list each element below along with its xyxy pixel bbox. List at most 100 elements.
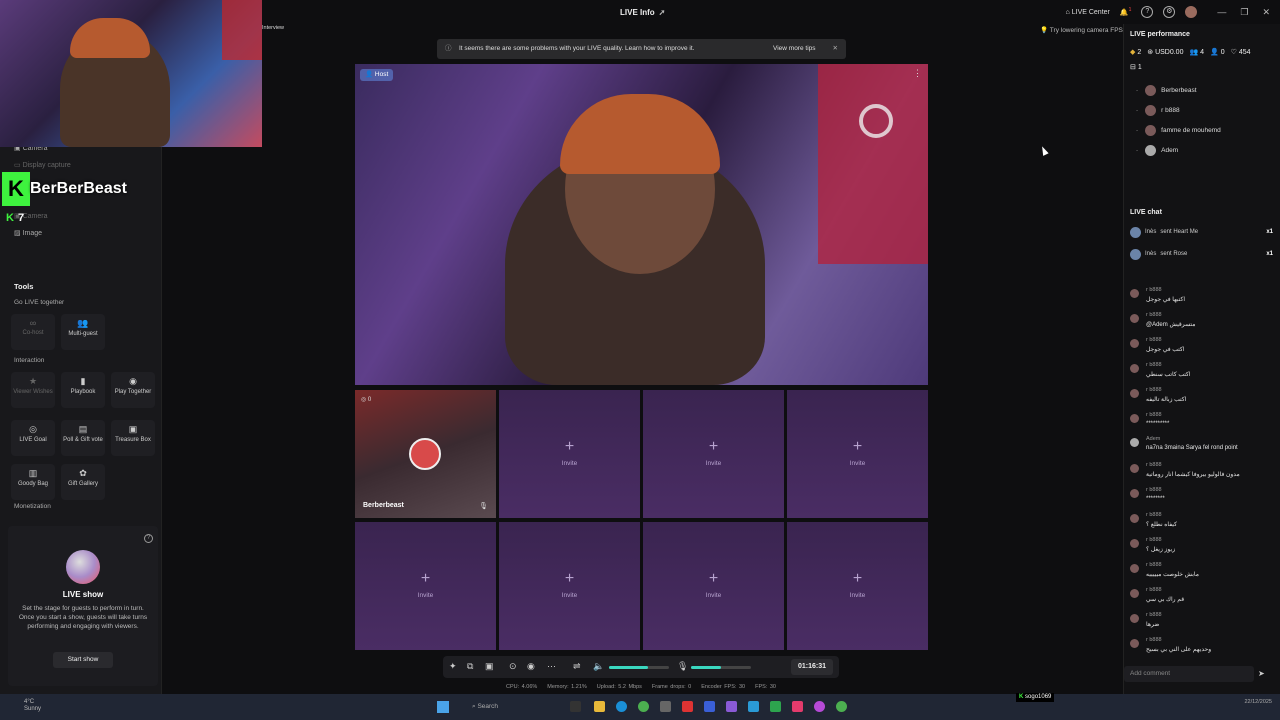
chat-username[interactable]: r b888 [1146, 462, 1162, 468]
weather-widget[interactable]: 4°C Sunny [24, 699, 41, 713]
chat-username[interactable]: r b888 [1146, 287, 1162, 293]
playbook-tool[interactable]: ▮ Playbook [61, 372, 105, 408]
avatar [1145, 145, 1157, 156]
camera-fps-hint[interactable]: 💡 Try lowering camera FPS [1040, 26, 1123, 34]
mic-icon[interactable]: 🎙 [479, 502, 488, 510]
start-show-button[interactable]: Start show [53, 652, 113, 668]
help-icon[interactable]: ? [144, 534, 153, 543]
more-options-icon[interactable]: ⋯ [547, 661, 556, 672]
guest-slot-7[interactable]: + Invite [643, 522, 784, 650]
source-image[interactable]: ▨ Image [14, 229, 42, 237]
speaker-icon[interactable]: 🔈 [593, 661, 604, 672]
avatar[interactable] [1185, 6, 1198, 18]
goody-bag-tool[interactable]: ▥ Goody Bag [11, 464, 55, 500]
mic-slider[interactable] [691, 666, 751, 669]
view-tips-link[interactable]: View more tips [773, 39, 816, 59]
guest-slot-8[interactable]: + Invite [787, 522, 928, 650]
chat-text: اكتب زبالة تاليفه [1146, 397, 1187, 403]
notification-icon[interactable]: 🔔1 [1120, 7, 1132, 16]
multiguest-tool[interactable]: 👥 Multi-guest [61, 314, 105, 350]
mic-icon[interactable]: 🎙 [677, 661, 688, 672]
chat-username[interactable]: r b888 [1146, 587, 1162, 593]
effects-icon[interactable]: ✦ [449, 661, 457, 672]
performance-stats: CPU: 4.06% Memory: 1.21% Upload: 5.2 Mbps F… [506, 684, 786, 690]
guest-slot-6[interactable]: + Invite [499, 522, 640, 650]
chrome-icon[interactable] [638, 701, 649, 712]
volume-fill [609, 666, 648, 669]
invite-label: Invite [561, 460, 578, 467]
camera-switch-icon[interactable]: ◉ [527, 661, 535, 672]
volume-slider[interactable] [609, 666, 669, 669]
cohost-tool[interactable]: ∞ Co-host [11, 314, 55, 350]
record-icon[interactable]: ⊙ [509, 661, 517, 672]
chat-username[interactable]: r b888 [1146, 512, 1162, 518]
viewer-wishes-tool[interactable]: ★ Viewer Wishes [11, 372, 55, 408]
chat-username[interactable]: r b888 [1146, 387, 1162, 393]
guest-count-number: 0 [367, 397, 372, 403]
chat-username[interactable]: r b888 [1146, 312, 1162, 318]
taskbar-search[interactable]: ⌕ Search [460, 700, 560, 714]
chat-username[interactable]: r b888 [1146, 562, 1162, 568]
chat-username[interactable]: r b888 [1146, 412, 1162, 418]
app-icon[interactable] [704, 701, 715, 712]
close-icon[interactable]: ✕ [1262, 7, 1270, 18]
host-badge: 👤 Host [360, 69, 394, 81]
system-tray[interactable]: 22/12/2025 [1244, 699, 1272, 706]
app-icon[interactable] [814, 701, 825, 712]
screen-icon[interactable]: ▣ [485, 661, 494, 672]
chat-username[interactable]: Adem [1146, 436, 1160, 442]
app-icon[interactable] [660, 701, 671, 712]
adjust-icon[interactable]: ⇌ [573, 661, 581, 672]
guest-slot-2[interactable]: + Invite [499, 390, 640, 518]
chat-username[interactable]: r b888 [1146, 337, 1162, 343]
chat-username[interactable]: r b888 [1146, 612, 1162, 618]
minimize-icon[interactable]: — [1217, 7, 1226, 18]
live-center-button[interactable]: ⌂ LIVE Center [1066, 9, 1110, 16]
guest-count: ◎ 0 [361, 397, 372, 403]
task-view-icon[interactable] [570, 701, 581, 712]
chat-username[interactable]: r b888 [1146, 362, 1162, 368]
treasure-box-tool[interactable]: ▣ Treasure Box [111, 420, 155, 456]
layout-icon[interactable]: ⧉ [467, 661, 473, 672]
file-explorer-icon[interactable] [594, 701, 605, 712]
plus-icon: + [852, 570, 863, 587]
guest-slot-1[interactable]: ◎ 0 Berberbeast 🎙 [355, 390, 496, 518]
tiktok-icon[interactable] [792, 701, 803, 712]
chat-username[interactable]: r b888 [1146, 487, 1162, 493]
invite-label: Invite [849, 592, 866, 599]
chat-username[interactable]: r b888 [1146, 637, 1162, 643]
help-icon[interactable]: ? [1141, 6, 1154, 18]
play-together-tool[interactable]: ◉ Play Together [111, 372, 155, 408]
poll-gift-vote-tool[interactable]: ▤ Poll & Gift vote [61, 420, 105, 456]
guest-slot-5[interactable]: + Invite [355, 522, 496, 650]
kick-viewer-number: 7 [17, 212, 25, 224]
source-display-capture[interactable]: ▭ Display capture [14, 161, 71, 169]
viewer-item[interactable]: - r b888 [1136, 105, 1180, 116]
app-icon[interactable] [682, 701, 693, 712]
viewer-item[interactable]: - Berberbeast [1136, 85, 1197, 96]
settings-gear-icon[interactable]: ⚙ [1163, 6, 1176, 18]
chat-username[interactable]: r b888 [1146, 537, 1162, 543]
live-info-title[interactable]: LIVE Info ➚ [620, 8, 665, 17]
edge-icon[interactable] [616, 701, 627, 712]
viewer-item[interactable]: - famme de mouhemd [1136, 125, 1221, 136]
live-goal-tool[interactable]: ◎ LIVE Goal [11, 420, 55, 456]
chat-text: ******** [1146, 496, 1165, 502]
guest-slot-3[interactable]: + Invite [643, 390, 784, 518]
chrome-icon[interactable] [836, 701, 847, 712]
send-icon[interactable]: ➤ [1258, 669, 1265, 678]
share-icon[interactable]: ➚ [659, 8, 666, 17]
viewer-item[interactable]: - Adem [1136, 145, 1178, 156]
app-icon[interactable] [770, 701, 781, 712]
gift-gallery-tool[interactable]: ✿ Gift Gallery [61, 464, 105, 500]
coin-value: 2 [1137, 49, 1142, 56]
host-video[interactable] [355, 64, 928, 385]
close-icon[interactable]: ✕ [833, 39, 838, 59]
app-icon[interactable] [748, 701, 759, 712]
windows-start-icon[interactable] [437, 701, 449, 713]
chat-input[interactable]: Add comment [1124, 666, 1254, 682]
guest-slot-4[interactable]: + Invite [787, 390, 928, 518]
maximize-icon[interactable]: ❐ [1240, 7, 1248, 18]
more-icon[interactable]: ⋮ [913, 68, 922, 79]
app-icon[interactable] [726, 701, 737, 712]
